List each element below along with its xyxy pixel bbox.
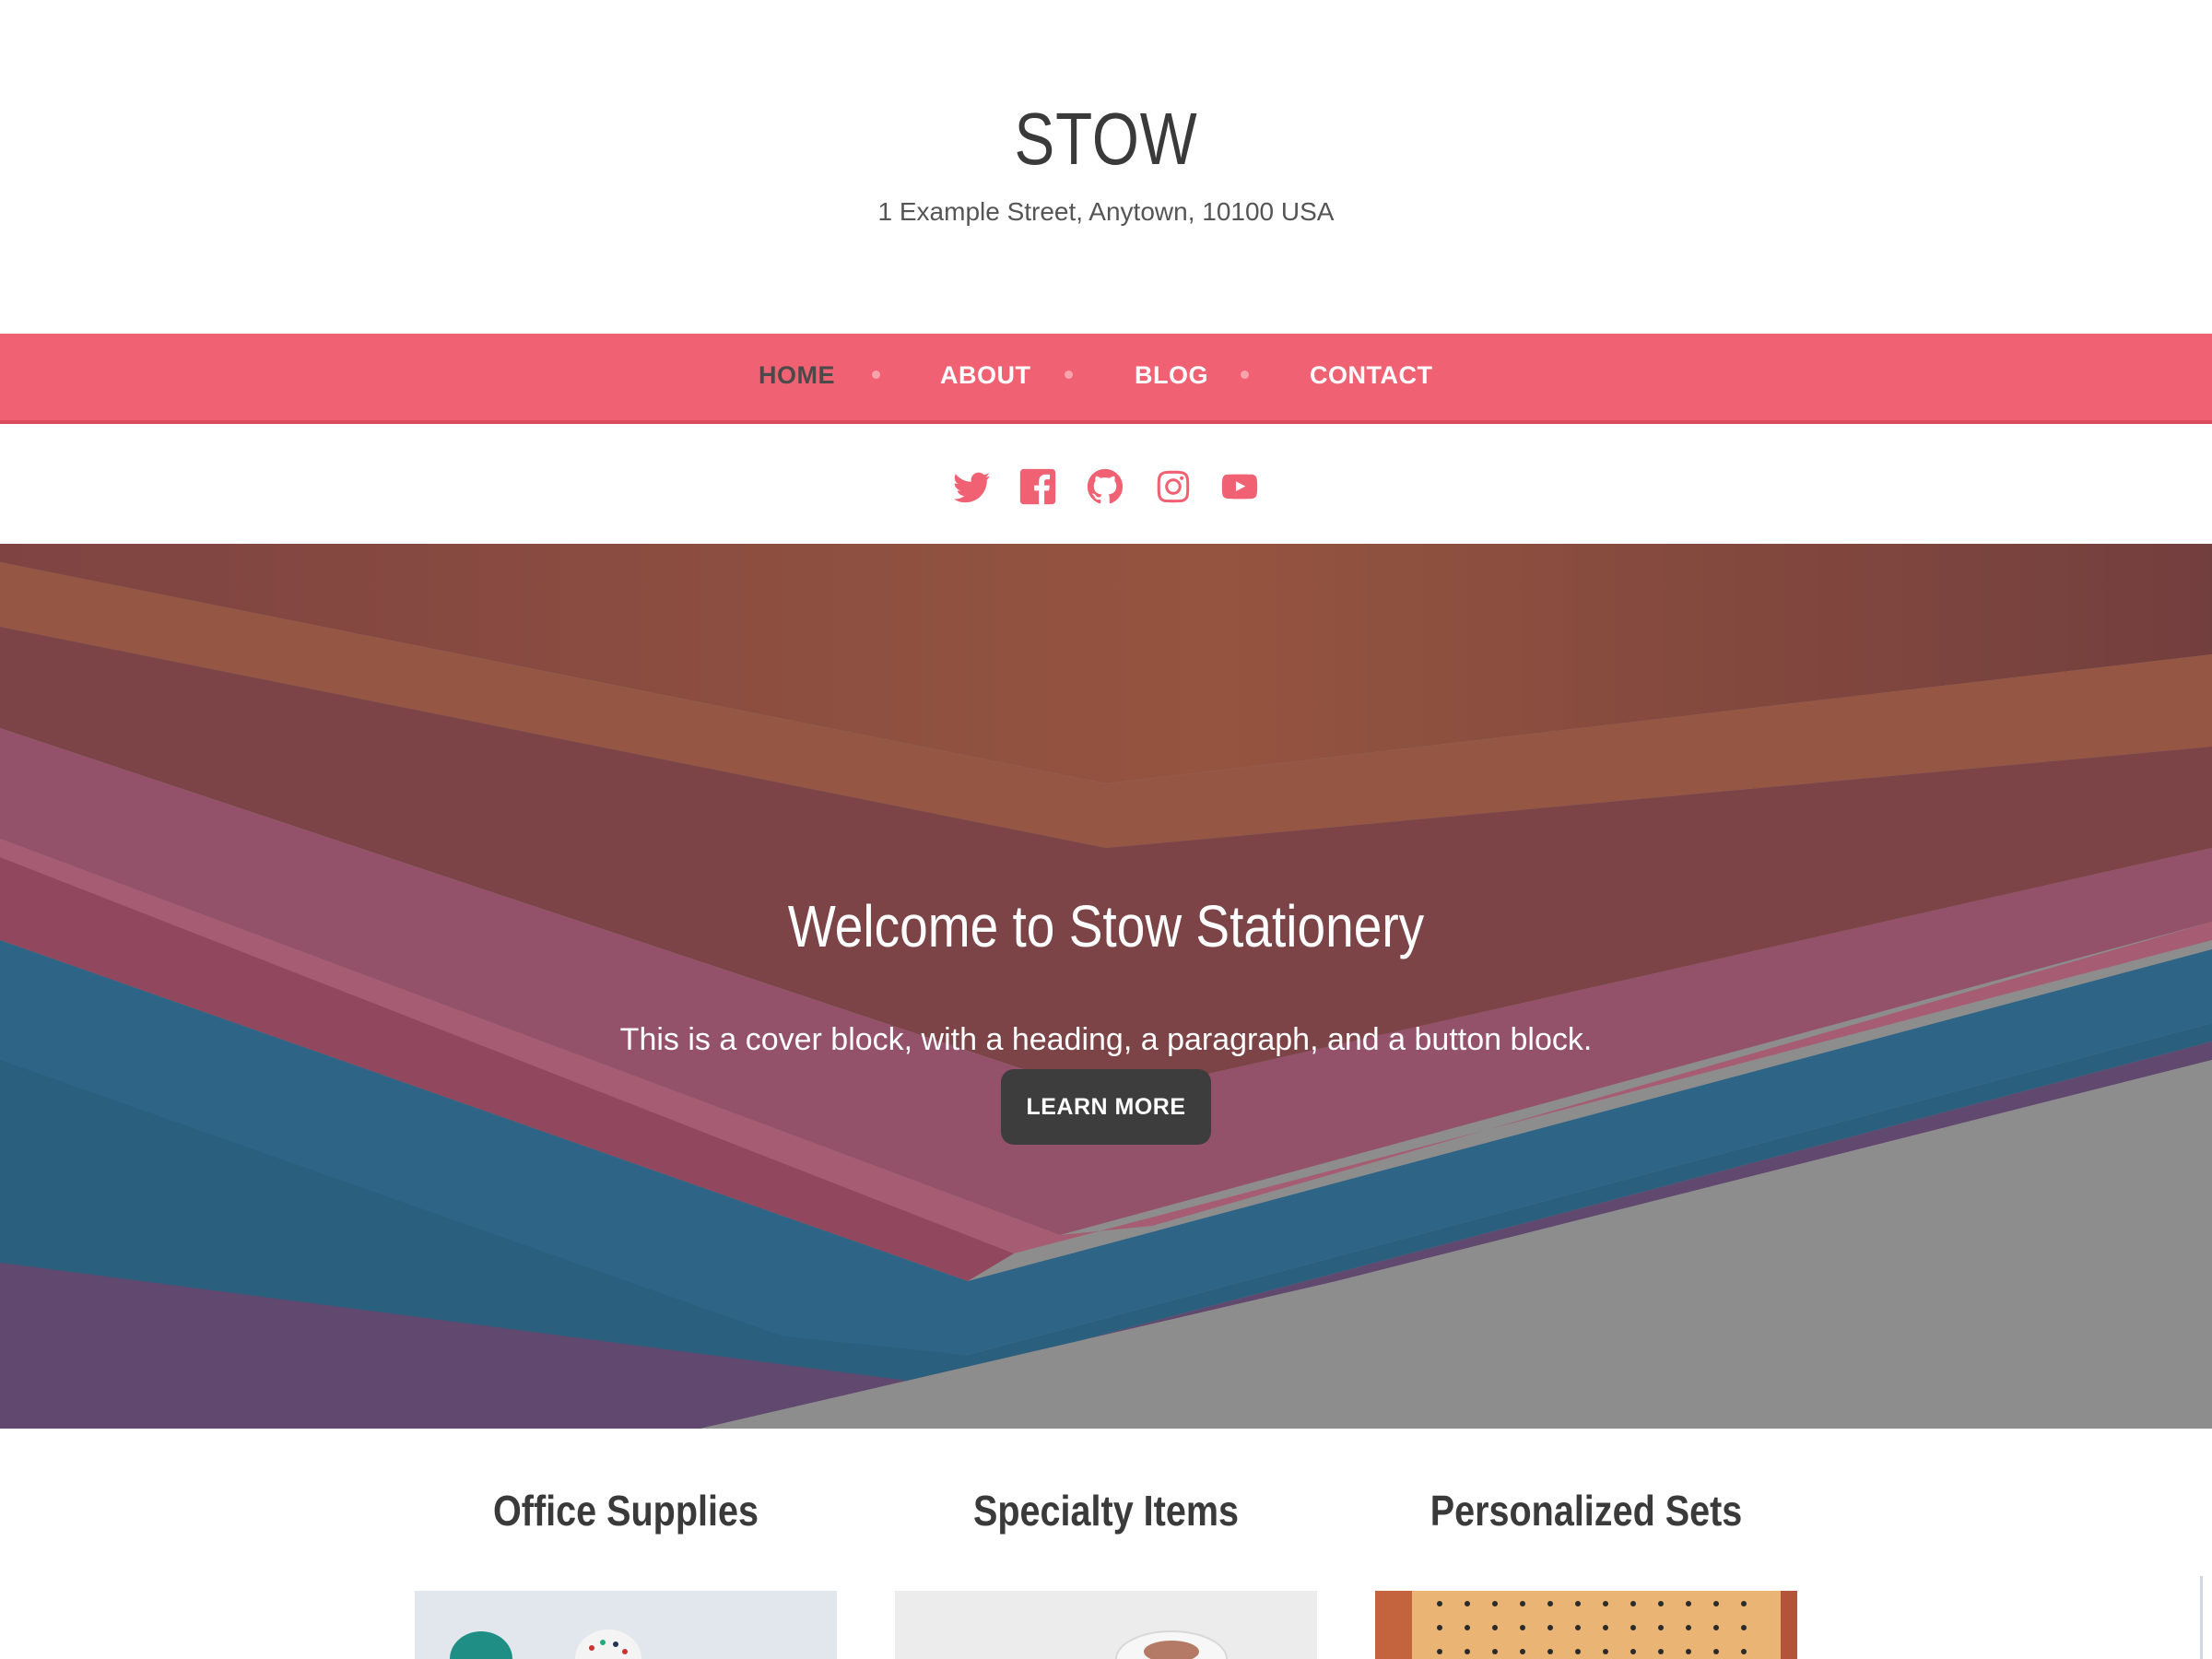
site-title[interactable]: STOW bbox=[199, 97, 2013, 182]
nav-separator bbox=[872, 371, 880, 379]
instagram-icon[interactable] bbox=[1152, 465, 1194, 508]
twitter-icon[interactable] bbox=[950, 465, 993, 508]
cover-paragraph: This is a cover block, with a heading, a… bbox=[619, 1022, 1593, 1057]
specialty-items-image[interactable] bbox=[895, 1591, 1317, 1659]
youtube-icon[interactable] bbox=[1218, 465, 1261, 508]
nav-separator bbox=[1065, 371, 1073, 379]
nav-item-contact[interactable]: CONTACT bbox=[1310, 361, 1432, 390]
site-header: STOW 1 Example Street, Anytown, 10100 US… bbox=[0, 0, 2212, 334]
cover-heading: Welcome to Stow Stationery bbox=[787, 892, 1425, 959]
nav-item-blog[interactable]: BLOG bbox=[1135, 361, 1208, 390]
office-supplies-image[interactable] bbox=[415, 1591, 837, 1659]
facebook-icon[interactable] bbox=[1017, 465, 1059, 508]
nav-separator bbox=[1241, 371, 1249, 379]
cover-block: Welcome to Stow Stationery This is a cov… bbox=[0, 544, 2212, 1429]
main-navigation: HOME ABOUT BLOG CONTACT bbox=[0, 334, 2212, 424]
scrollbar[interactable] bbox=[2200, 1576, 2203, 1659]
nav-item-home[interactable]: HOME bbox=[759, 361, 835, 390]
site-description: 1 Example Street, Anytown, 10100 USA bbox=[877, 197, 1335, 226]
column-title-personalized-sets: Personalized Sets bbox=[1430, 1487, 1743, 1535]
column-title-specialty-items: Specialty Items bbox=[972, 1487, 1240, 1535]
cover-background-image bbox=[0, 544, 2212, 1429]
nav-item-about[interactable]: ABOUT bbox=[940, 361, 1031, 390]
personalized-sets-image[interactable] bbox=[1375, 1591, 1797, 1659]
learn-more-button[interactable]: LEARN MORE bbox=[1001, 1069, 1211, 1145]
github-icon[interactable] bbox=[1084, 465, 1126, 508]
column-title-office-supplies: Office Supplies bbox=[493, 1487, 759, 1535]
nav-menu: HOME ABOUT BLOG CONTACT bbox=[0, 334, 2212, 420]
